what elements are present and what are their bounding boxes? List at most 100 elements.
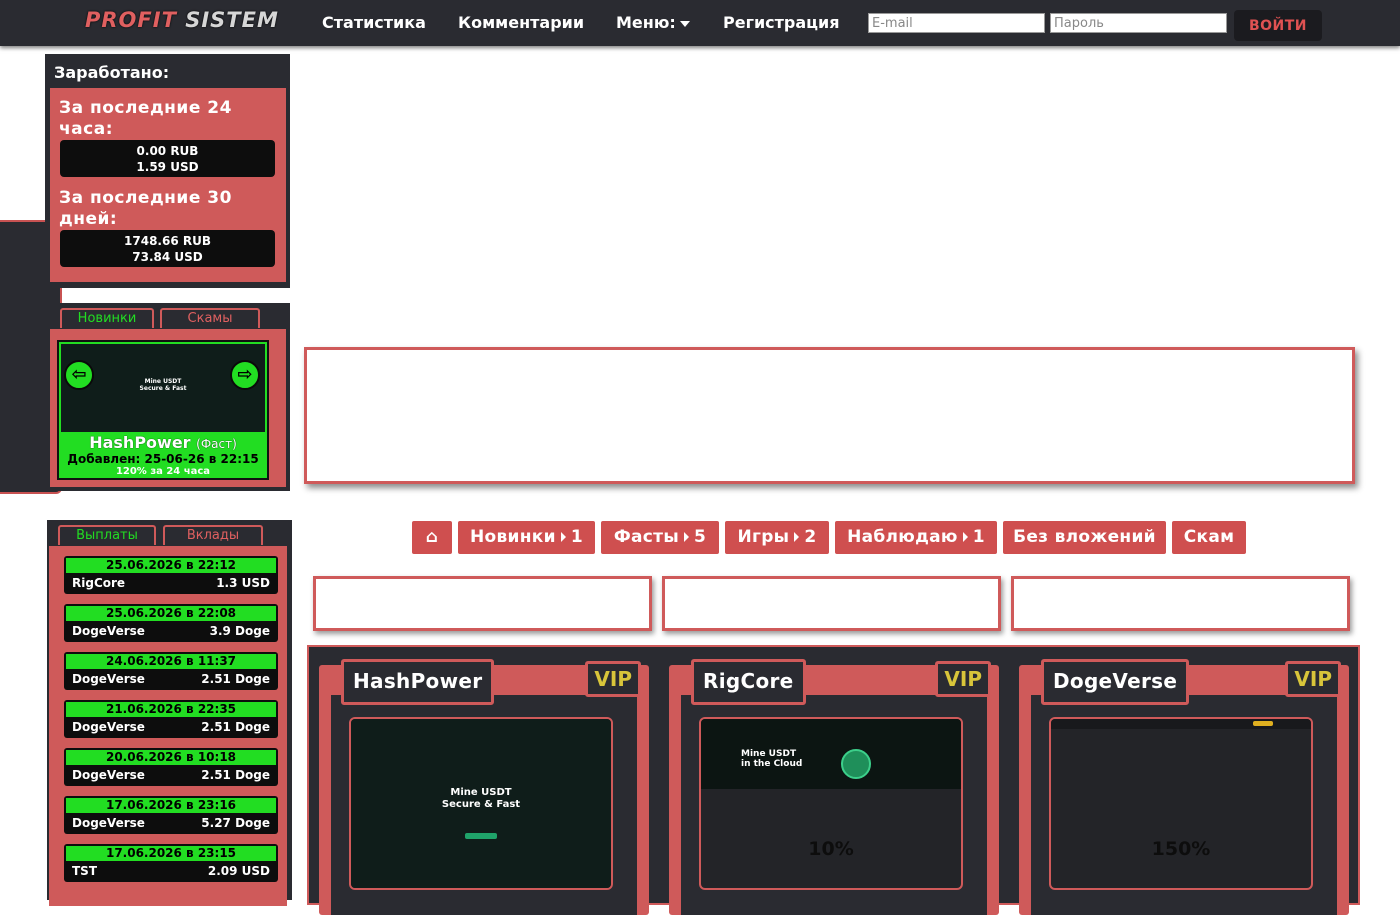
payout-date: 24.06.2026 в 11:37 [66,654,276,669]
vip-badge: VIP [935,661,991,697]
caret-right-icon [794,531,800,542]
payouts-body: 25.06.2026 в 22:12 RigCore 1.3 USD 25.06.20… [49,546,287,906]
news-card[interactable]: Mine USDT Secure & Fast ⇦ ⇨ HashPower (Фа… [57,340,269,480]
filter-watching-button[interactable]: Наблюдаю 1 [835,521,997,554]
filter-fast-button[interactable]: Фасты 5 [601,521,719,554]
payout-project: TST [72,864,98,878]
project-thumbnail: Mine USDT Secure & Fast [61,344,265,432]
filter-count: 1 [570,527,583,547]
filter-label: Без вложений [1013,527,1156,547]
shot-text: Mine USDT in the Cloud [741,749,803,769]
filter-home-button[interactable]: ⌂ [412,521,452,554]
payout-date: 17.06.2026 в 23:16 [66,798,276,813]
filter-label: Наблюдаю [847,527,958,547]
filter-label: Игры [737,527,790,547]
site-logo[interactable]: PROFIT SISTEM [85,8,279,32]
shot-button [465,833,497,839]
tab-new[interactable]: Новинки [60,308,154,328]
payout-project: DogeVerse [72,816,145,830]
banner-area[interactable] [304,347,1355,484]
news-added-date: Добавлен: 25-06-26 в 22:15 [67,452,259,466]
password-field[interactable] [1050,13,1227,33]
amount-rub: 0.00 RUB [136,144,199,158]
payout-row[interactable]: 24.06.2026 в 11:37 DogeVerse 2.51 Doge [64,652,278,690]
payout-amount: 2.51 Doge [201,768,270,782]
filter-games-button[interactable]: Игры 2 [725,521,829,554]
payout-amount: 5.27 Doge [201,816,270,830]
filter-count: 2 [804,527,817,547]
payout-amount: 2.51 Doge [201,672,270,686]
project-name[interactable]: HashPower [341,659,495,705]
amount-rub: 1748.66 RUB [124,234,211,248]
period-30d-amount: 1748.66 RUB 73.84 USD [60,230,275,267]
period-30d-label: За последние 30 дней: [59,188,232,229]
project-card[interactable]: RigCore VIP Mine USDT in the Cloud 10% [669,659,999,915]
filter-no-deposit-button[interactable]: Без вложений [1003,521,1166,554]
home-icon: ⌂ [425,527,439,547]
filter-label: Скам [1183,527,1235,547]
payout-project: DogeVerse [72,672,145,686]
project-screenshot[interactable]: Mine USDT in the Cloud 10% [699,717,963,890]
filter-label: Новинки [469,527,556,547]
payout-row[interactable]: 25.06.2026 в 22:12 RigCore 1.3 USD [64,556,278,594]
email-field[interactable] [868,13,1045,33]
payout-date: 25.06.2026 в 22:12 [66,558,276,573]
filter-new-button[interactable]: Новинки 1 [458,521,595,554]
filter-count: 1 [972,527,985,547]
top-navbar: PROFIT SISTEM Статистика Комментарии Мен… [0,0,1400,46]
project-screenshot[interactable]: Mine USDT Secure & Fast [349,717,613,890]
earned-panel: Заработано: За последние 24 часа: 0.00 R… [45,54,290,288]
payouts-panel: Выплаты Вклады 25.06.2026 в 22:12 RigCore… [47,520,292,906]
shot-button [1253,721,1273,726]
project-name[interactable]: RigCore [691,659,806,705]
project-percent: 150% [1151,838,1211,860]
payout-row[interactable]: 20.06.2026 в 10:18 DogeVerse 2.51 Doge [64,748,278,786]
menu-label: Меню: [616,13,676,32]
next-arrow-button[interactable]: ⇨ [230,360,260,390]
payout-row[interactable]: 21.06.2026 в 22:35 DogeVerse 2.51 Doge [64,700,278,738]
payout-row[interactable]: 25.06.2026 в 22:08 DogeVerse 3.9 Doge [64,604,278,642]
caret-right-icon [684,531,689,542]
filter-label: Фасты [613,527,679,547]
payout-project: DogeVerse [72,720,145,734]
project-screenshot[interactable]: 150% [1049,717,1313,890]
nav-link-statistics[interactable]: Статистика [322,13,426,32]
payout-date: 20.06.2026 в 10:18 [66,750,276,765]
login-button[interactable]: ВОЙТИ [1234,10,1322,41]
payout-date: 17.06.2026 в 23:15 [66,846,276,861]
project-name[interactable]: DogeVerse [1041,659,1190,705]
ad-box-2[interactable] [662,576,1001,631]
tab-deposits[interactable]: Вклады [163,525,263,545]
news-project-name: HashPower (Фаст) [89,433,237,452]
news-plan: 120% за 24 часа [115,466,211,477]
tab-scams[interactable]: Скамы [160,308,260,328]
payout-amount: 1.3 USD [216,576,270,590]
payout-amount: 2.09 USD [207,864,270,878]
ad-box-3[interactable] [1011,576,1350,631]
ad-box-1[interactable] [313,576,652,631]
payout-amount: 2.51 Doge [201,720,270,734]
vip-badge: VIP [585,661,641,697]
nav-link-register[interactable]: Регистрация [723,13,840,32]
news-panel: Новинки Скамы Mine USDT Secure & Fast ⇦ ⇨… [45,303,290,491]
earned-body: За последние 24 часа: 0.00 RUB 1.59 USD … [50,88,286,282]
project-card[interactable]: DogeVerse VIP 150% [1019,659,1349,915]
vip-badge: VIP [1285,661,1341,697]
nav-link-comments[interactable]: Комментарии [458,13,584,32]
payout-amount: 3.9 Doge [209,624,270,638]
payout-project: DogeVerse [72,768,145,782]
payout-row[interactable]: 17.06.2026 в 23:16 DogeVerse 5.27 Doge [64,796,278,834]
caret-right-icon [962,531,968,542]
tab-payouts[interactable]: Выплаты [58,525,156,545]
payout-row[interactable]: 17.06.2026 в 23:15 TST 2.09 USD [64,844,278,882]
payout-date: 25.06.2026 в 22:08 [66,606,276,621]
period-24h-label: За последние 24 часа: [59,98,232,139]
project-card[interactable]: HashPower VIP Mine USDT Secure & Fast [319,659,649,915]
project-percent: 10% [808,838,854,860]
thumb-text: Mine USDT Secure & Fast [139,378,187,392]
amount-usd: 1.59 USD [136,160,199,174]
nav-menu-dropdown[interactable]: Меню: [616,13,690,32]
prev-arrow-button[interactable]: ⇦ [64,360,94,390]
filter-scam-button[interactable]: Скам [1172,521,1246,554]
earned-title: Заработано: [54,63,170,82]
